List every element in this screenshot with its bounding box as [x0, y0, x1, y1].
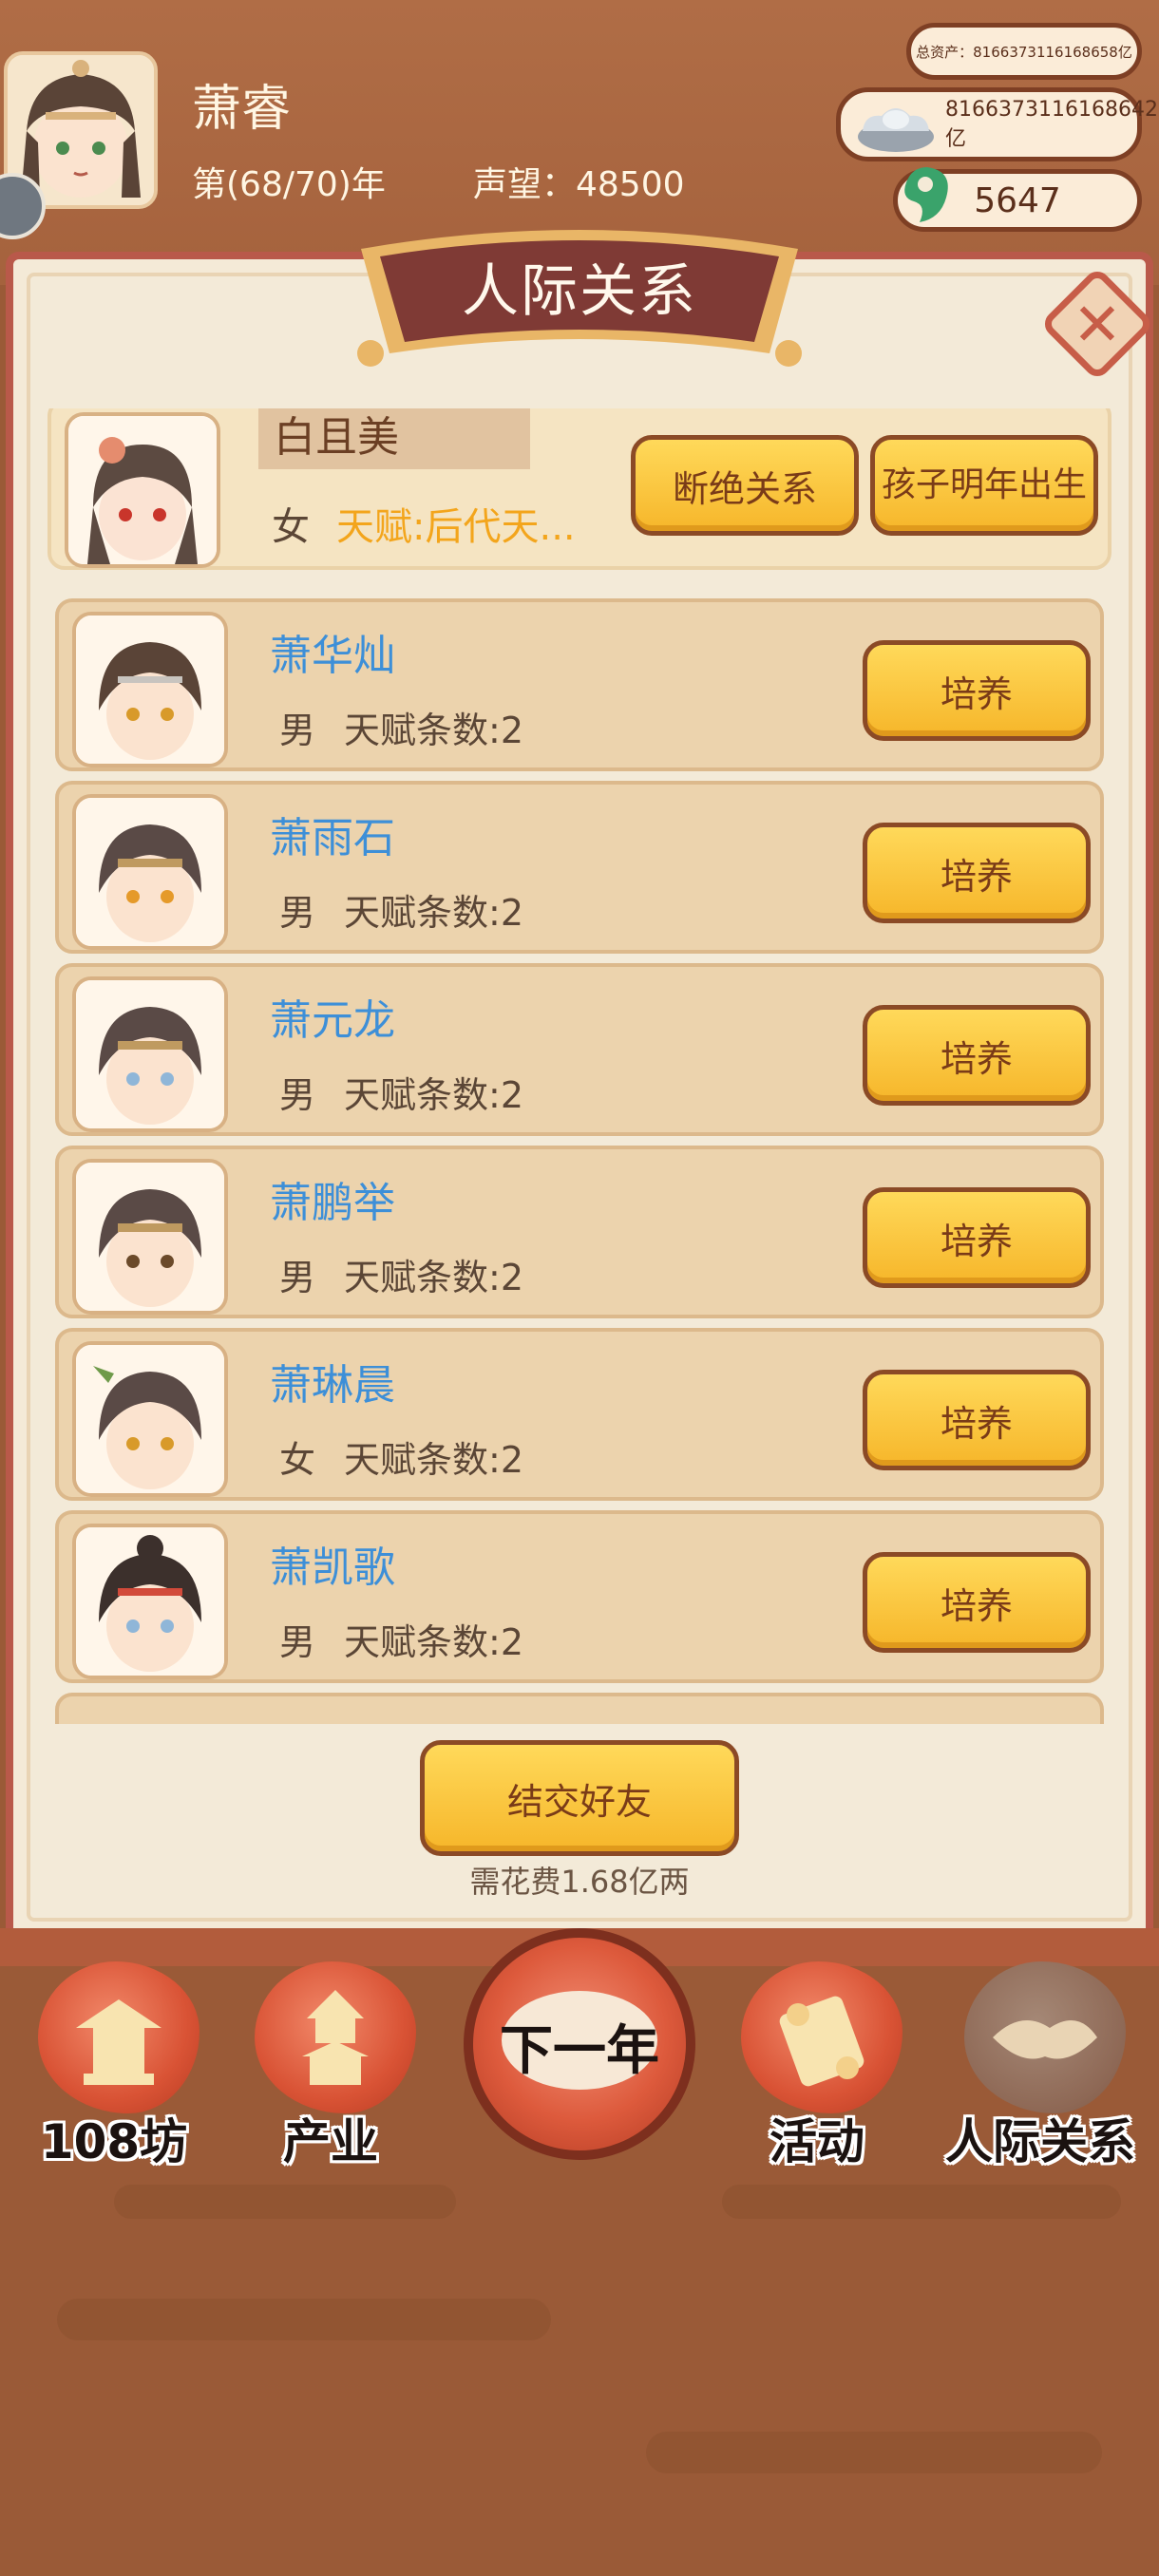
nav-108-fang[interactable]: 108坊: [28, 1961, 200, 2169]
child-gender: 男: [279, 710, 316, 751]
fame-value: 声望：48500: [473, 165, 685, 204]
panel-title: 人际关系: [462, 258, 697, 325]
child-card: 萧凯歌 男天赋条数:2 培养: [55, 1510, 1104, 1683]
break-relation-button[interactable]: 断绝关系: [631, 435, 859, 536]
child-talent-count: 天赋条数:2: [344, 1439, 523, 1481]
cloud-decoration: [114, 2185, 456, 2219]
child-name: 萧凯歌: [270, 1544, 395, 1592]
cultivate-button[interactable]: 培养: [863, 1005, 1091, 1106]
child-gender: 男: [279, 1257, 316, 1298]
spouse-info: 女天赋:后代天...: [272, 496, 576, 551]
close-icon[interactable]: ✕: [1045, 272, 1150, 376]
cultivate-button[interactable]: 培养: [863, 1370, 1091, 1470]
spouse-portrait[interactable]: [65, 412, 220, 568]
nav-label: 人际关系: [945, 2114, 1135, 2169]
child-info: 男天赋条数:2: [279, 701, 523, 753]
child-card: 萧元龙 男天赋条数:2 培养: [55, 963, 1104, 1136]
child-info: 男天赋条数:2: [279, 1066, 523, 1118]
nav-activity[interactable]: 活动: [732, 1961, 902, 2169]
child-card: 萧华灿 男天赋条数:2 培养: [55, 598, 1104, 771]
child-portrait[interactable]: [72, 612, 228, 767]
child-card: 萧雨石 男天赋条数:2 培养: [55, 781, 1104, 954]
nav-relations[interactable]: 人际关系: [945, 1961, 1135, 2169]
child-talent-count: 天赋条数:2: [344, 1621, 523, 1663]
cloud-decoration: [646, 2432, 1102, 2473]
year-counter: 第(68/70)年: [192, 165, 386, 204]
spouse-talent: 天赋:后代天...: [336, 505, 576, 549]
spouse-card: 白且美 女天赋:后代天... 断绝关系 孩子明年出生: [48, 408, 1112, 570]
cultivate-button[interactable]: 培养: [863, 1552, 1091, 1653]
child-card: 萧琳晨 女天赋条数:2 培养: [55, 1328, 1104, 1501]
cloud-decoration: [57, 2299, 551, 2340]
child-next-year-button[interactable]: 孩子明年出生: [870, 435, 1098, 536]
total-assets-badge: 总资产：8166373116168658亿: [906, 23, 1142, 80]
child-portrait[interactable]: [72, 1341, 228, 1497]
child-portrait[interactable]: [72, 1159, 228, 1315]
child-name: 萧雨石: [270, 814, 395, 862]
child-name: 萧琳晨: [270, 1361, 395, 1410]
child-name: 萧元龙: [270, 996, 395, 1045]
scroll-icon: [741, 1961, 902, 2113]
child-name: 萧华灿: [270, 632, 395, 680]
child-talent-count: 天赋条数:2: [344, 1257, 523, 1298]
child-info: 男天赋条数:2: [279, 1248, 523, 1300]
pavilion-icon: [38, 1961, 200, 2113]
next-year-label: 下一年: [500, 2020, 659, 2082]
handshake-icon: [964, 1961, 1126, 2113]
cloud-decoration: [722, 2185, 1121, 2219]
spouse-name: 白且美: [258, 408, 530, 469]
child-portrait[interactable]: [72, 1524, 228, 1679]
cultivate-button[interactable]: 培养: [863, 640, 1091, 741]
cultivate-button[interactable]: 培养: [863, 823, 1091, 923]
child-gender: 男: [279, 1621, 316, 1663]
child-gender: 男: [279, 892, 316, 934]
child-name: 萧鹏举: [270, 1179, 395, 1227]
relations-list[interactable]: 白且美 女天赋:后代天... 断绝关系 孩子明年出生 萧华灿 男天赋条数:2 培…: [48, 408, 1112, 1724]
child-info: 男天赋条数:2: [279, 1613, 523, 1665]
child-talent-count: 天赋条数:2: [344, 1074, 523, 1116]
silver-ingot-icon: [858, 108, 934, 152]
nav-industry[interactable]: 产业: [245, 1961, 416, 2169]
next-year-button[interactable]: 下一年: [464, 1928, 695, 2160]
child-gender: 男: [279, 1074, 316, 1116]
make-friend-cost: 需花费1.68亿两: [469, 1864, 690, 1900]
child-talent-count: 天赋条数:2: [344, 710, 523, 751]
child-info: 男天赋条数:2: [279, 883, 523, 936]
nav-label: 108坊: [40, 2114, 188, 2169]
child-talent-count: 天赋条数:2: [344, 892, 523, 934]
player-name: 萧睿: [192, 81, 292, 138]
child-portrait[interactable]: [72, 976, 228, 1132]
nav-label: 产业: [283, 2114, 378, 2169]
make-friend-button[interactable]: 结交好友: [420, 1740, 739, 1856]
child-card: 萧鹏举 男天赋条数:2 培养: [55, 1146, 1104, 1318]
spouse-gender: 女: [272, 505, 310, 549]
child-portrait[interactable]: [72, 794, 228, 950]
child-gender: 女: [279, 1439, 316, 1481]
child-info: 女天赋条数:2: [279, 1430, 523, 1483]
jade-icon: [904, 167, 948, 222]
child-card-partial: [55, 1693, 1104, 1724]
cultivate-button[interactable]: 培养: [863, 1187, 1091, 1288]
tower-icon: [255, 1961, 416, 2113]
nav-label: 活动: [770, 2114, 864, 2169]
